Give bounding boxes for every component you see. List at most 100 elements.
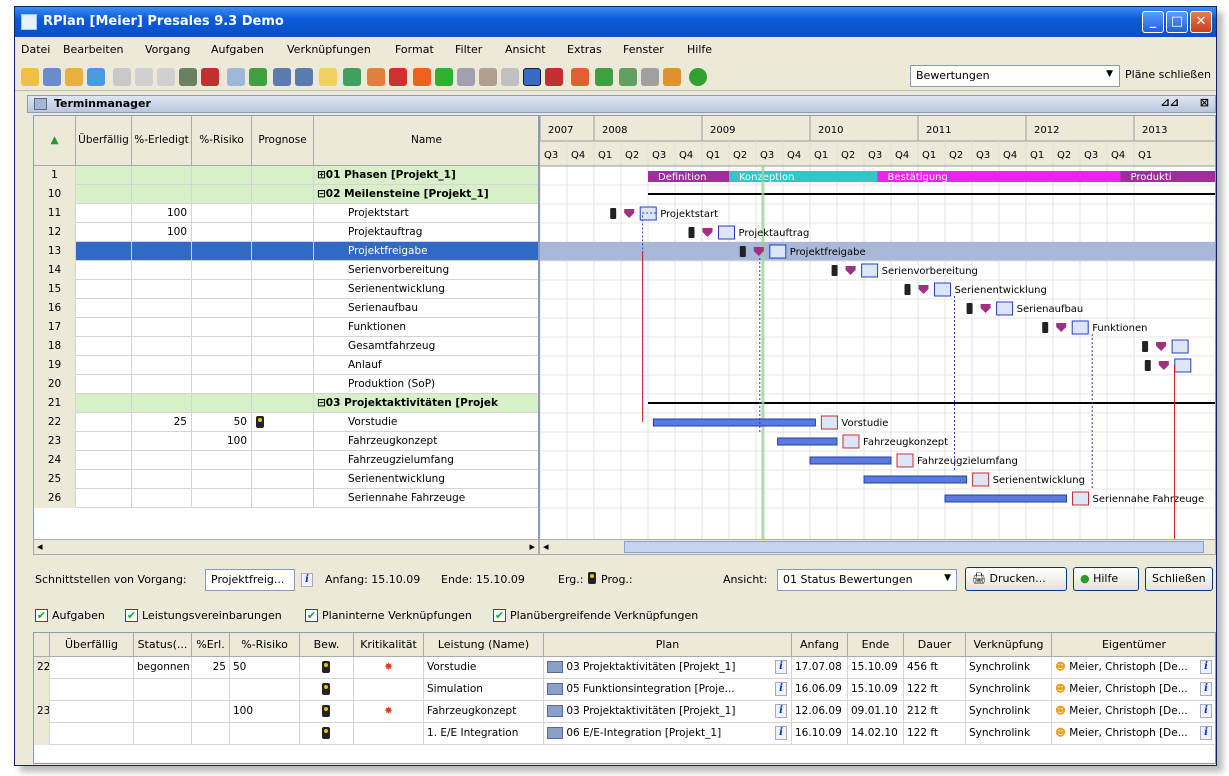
gantt-hscrollbar[interactable]: ◂: [539, 539, 1216, 555]
menu-extras[interactable]: Extras: [567, 43, 602, 56]
gantt-scroll-left-icon[interactable]: ◂: [543, 540, 549, 553]
schliessen-button[interactable]: Schließen: [1145, 567, 1213, 591]
gantt-chart[interactable]: 2007 2008 2009 2010 2011 2012 2013 Q3 Q4 Q1 Q2 Q3 Q4…: [539, 115, 1216, 540]
grid-row[interactable]: 26 Seriennahe Fahrzeuge: [34, 489, 538, 508]
folder-icon[interactable]: [65, 68, 83, 86]
grid-row[interactable]: 16 Serienaufbau: [34, 299, 538, 318]
check-planinterne[interactable]: ✔ Planinterne Verknüpfungen: [305, 609, 472, 622]
pointer-icon[interactable]: [571, 68, 589, 86]
cell-eigentuemer[interactable]: ☻ Meier, Christoph [De... i: [1052, 679, 1215, 701]
interface-row[interactable]: 22 begonnen 25 50 ✸ Vorstudie 03 Projektaktiv…: [34, 657, 1215, 679]
cell-plan[interactable]: 03 Projektaktivitäten [Projekt_1] i: [544, 657, 792, 679]
hilfe-button[interactable]: ● Hilfe: [1073, 567, 1139, 591]
col-leistung[interactable]: Leistung (Name): [424, 633, 544, 657]
link-icon[interactable]: [273, 68, 291, 86]
minimize-button[interactable]: _: [1142, 11, 1164, 33]
zoom-out-icon[interactable]: [641, 68, 659, 86]
check-icon[interactable]: [435, 68, 453, 86]
cell-plan[interactable]: 06 E/E-Integration [Projekt_1] i: [544, 723, 792, 745]
open-icon[interactable]: [21, 68, 39, 86]
col-risiko[interactable]: %-Risiko: [192, 116, 252, 166]
col-eigentuemer[interactable]: Eigentümer: [1052, 633, 1215, 657]
interface-row[interactable]: Simulation 05 Funktionsintegration [Proj…: [34, 679, 1215, 701]
info-icon[interactable]: i: [775, 726, 787, 740]
menu-vorgang[interactable]: Vorgang: [145, 43, 190, 56]
col-bew[interactable]: Bew.: [300, 633, 354, 657]
grid-row[interactable]: 11 100 Projektstart: [34, 204, 538, 223]
unlink-icon[interactable]: [295, 68, 313, 86]
info-icon[interactable]: i: [775, 682, 787, 696]
interface-row[interactable]: 23 100 ✸ Fahrzeugkonzept 03 Projektaktivitä…: [34, 701, 1215, 723]
grid-row[interactable]: 18 Gesamtfahrzeug: [34, 337, 538, 356]
col-anfang[interactable]: Anfang: [792, 633, 848, 657]
grid-row[interactable]: 14 Serienvorbereitung: [34, 261, 538, 280]
cell-plan[interactable]: 03 Projektaktivitäten [Projekt_1] i: [544, 701, 792, 723]
outdent-icon[interactable]: [201, 68, 219, 86]
check-planuebergreifende[interactable]: ✔ Planübergreifende Verknüpfungen: [493, 609, 698, 622]
checkbox-planinterne[interactable]: ✔: [305, 609, 318, 622]
calendar-icon[interactable]: [545, 68, 563, 86]
drucken-button[interactable]: 🖨 Drucken...: [965, 567, 1067, 591]
grid-row[interactable]: 1 ⊞01 Phasen [Projekt_1]: [34, 166, 538, 185]
cell-eigentuemer[interactable]: ☻ Meier, Christoph [De... i: [1052, 701, 1215, 723]
cell-plan[interactable]: 05 Funktionsintegration [Proje... i: [544, 679, 792, 701]
sort-arrow-icon[interactable]: ▲: [34, 116, 76, 166]
save-icon[interactable]: [43, 68, 61, 86]
info-icon[interactable]: i: [1200, 682, 1212, 696]
grid-row[interactable]: 13 Projektfreigabe: [34, 242, 538, 261]
col-plan[interactable]: Plan: [544, 633, 792, 657]
undo-icon[interactable]: [135, 68, 153, 86]
vorgang-field[interactable]: Projektfreig...: [205, 569, 295, 591]
bar-icon[interactable]: [595, 68, 613, 86]
print-icon[interactable]: [113, 68, 131, 86]
menu-format[interactable]: Format: [395, 43, 434, 56]
info-icon[interactable]: i: [1200, 660, 1212, 674]
flag-icon[interactable]: [413, 68, 431, 86]
info-icon[interactable]: i: [775, 704, 787, 718]
menu-hilfe[interactable]: Hilfe: [687, 43, 712, 56]
gantt-scroll-thumb[interactable]: [624, 541, 1204, 553]
cell-eigentuemer[interactable]: ☻ Meier, Christoph [De... i: [1052, 657, 1215, 679]
grid-row[interactable]: 20 Produktion (SoP): [34, 375, 538, 394]
info-icon[interactable]: i: [301, 573, 313, 587]
col-ueberfaellig[interactable]: Überfällig: [50, 633, 134, 657]
grid-row[interactable]: 23 100 Fahrzeugkonzept: [34, 432, 538, 451]
note-icon[interactable]: [319, 68, 337, 86]
ansicht-select[interactable]: 01 Status Bewertungen ▼: [777, 569, 957, 591]
grid-row[interactable]: 12 100 Projektauftrag: [34, 223, 538, 242]
funnel-icon[interactable]: [501, 68, 519, 86]
panel-close-icon[interactable]: ⊠: [1200, 96, 1209, 109]
resource-icon[interactable]: [343, 68, 361, 86]
rating-select[interactable]: Bewertungen ▼: [910, 65, 1120, 87]
grid-row[interactable]: 19 Anlauf: [34, 356, 538, 375]
bomb-icon[interactable]: [389, 68, 407, 86]
checkbox-aufgaben[interactable]: ✔: [35, 609, 48, 622]
grid-row[interactable]: 21 ⊟03 Projektaktivitäten [Projek: [34, 394, 538, 413]
grid-row[interactable]: 10 ⊟02 Meilensteine [Projekt_1]: [34, 185, 538, 204]
grid-row[interactable]: 25 Serienentwicklung: [34, 470, 538, 489]
col-dauer[interactable]: Dauer: [904, 633, 966, 657]
check-aufgaben[interactable]: ✔ Aufgaben: [35, 609, 105, 622]
grid-row[interactable]: 22 25 50 Vorstudie: [34, 413, 538, 432]
col-risiko[interactable]: %-Risiko: [230, 633, 300, 657]
grid-row[interactable]: 17 Funktionen: [34, 318, 538, 337]
info-icon[interactable]: i: [775, 660, 787, 674]
restore-panel-icon[interactable]: ⊿⊿: [1161, 96, 1179, 109]
refresh-icon[interactable]: [87, 68, 105, 86]
col-ende[interactable]: Ende: [848, 633, 904, 657]
filter-icon[interactable]: [479, 68, 497, 86]
indent-icon[interactable]: [179, 68, 197, 86]
arrow-left-icon[interactable]: [227, 68, 245, 86]
info-icon[interactable]: i: [1200, 726, 1212, 740]
col-verknuepfung[interactable]: Verknüpfung: [966, 633, 1052, 657]
menu-datei[interactable]: Datei: [21, 43, 50, 56]
menu-aufgaben[interactable]: Aufgaben: [211, 43, 264, 56]
arrow-right-icon[interactable]: [249, 68, 267, 86]
cell-eigentuemer[interactable]: ☻ Meier, Christoph [De... i: [1052, 723, 1215, 745]
interface-row[interactable]: 1. E/E Integration 06 E/E-Integration [P…: [34, 723, 1215, 745]
tool-icon[interactable]: [367, 68, 385, 86]
menu-bearbeiten[interactable]: Bearbeiten: [63, 43, 123, 56]
col-erledigt[interactable]: %-Erledigt: [132, 116, 192, 166]
info-icon[interactable]: i: [1200, 704, 1212, 718]
scroll-right-icon[interactable]: ▸: [529, 540, 535, 553]
